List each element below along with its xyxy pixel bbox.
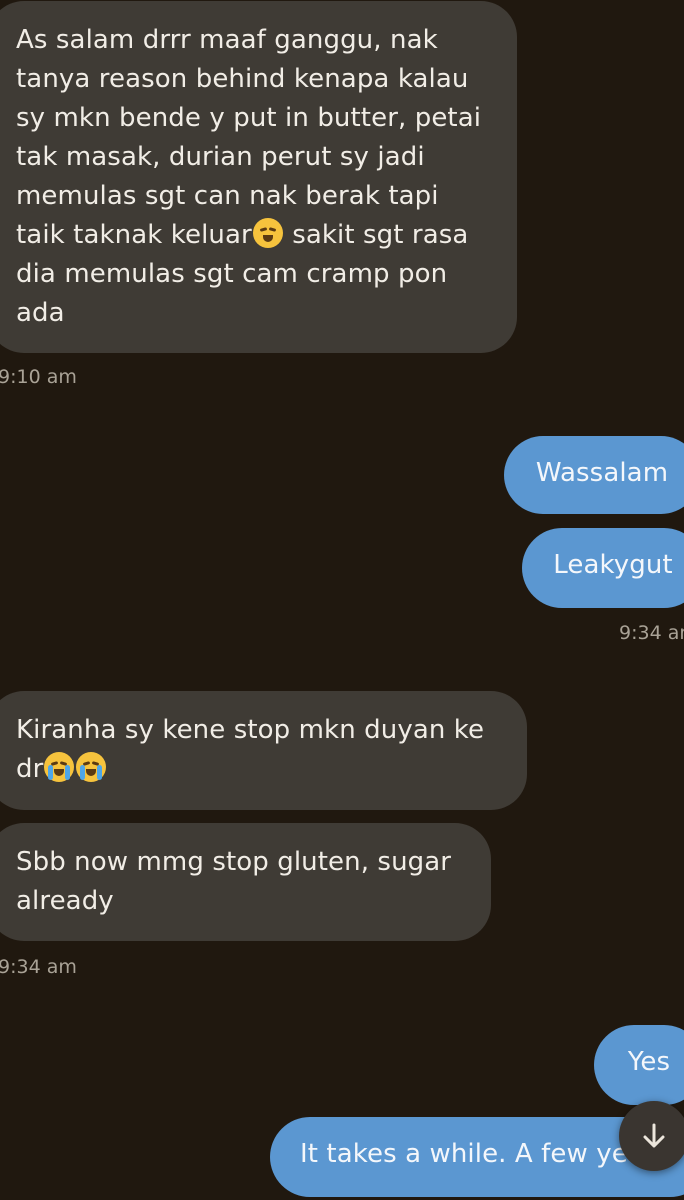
message-thread[interactable]: As salam drrr maaf ganggu, nak tanya rea… bbox=[0, 0, 684, 1200]
message-text: As salam drrr maaf ganggu, nak tanya rea… bbox=[16, 25, 490, 250]
message-timestamp: 9:34 am bbox=[619, 622, 684, 644]
face-with-tears-of-joy-emoji-icon bbox=[76, 752, 107, 782]
message-bubble-incoming[interactable]: As salam drrr maaf ganggu, nak tanya rea… bbox=[0, 1, 517, 353]
scroll-to-bottom-button[interactable] bbox=[619, 1101, 684, 1171]
weary-face-emoji-icon bbox=[252, 218, 283, 248]
message-bubble-incoming[interactable]: Sbb now mmg stop gluten, sugar already bbox=[0, 823, 491, 941]
message-timestamp: 9:34 am bbox=[0, 956, 77, 978]
message-timestamp: 9:10 am bbox=[0, 366, 77, 388]
arrow-down-icon bbox=[643, 1123, 665, 1148]
loudly-crying-face-emoji-icon bbox=[44, 752, 75, 782]
message-bubble-incoming[interactable]: Kiranha sy kene stop mkn duyan ke dr bbox=[0, 691, 527, 810]
message-bubble-outgoing[interactable]: Leakygut bbox=[522, 528, 684, 608]
message-bubble-outgoing[interactable]: Yes bbox=[594, 1025, 684, 1105]
message-bubble-outgoing[interactable]: Wassalam bbox=[504, 436, 684, 514]
